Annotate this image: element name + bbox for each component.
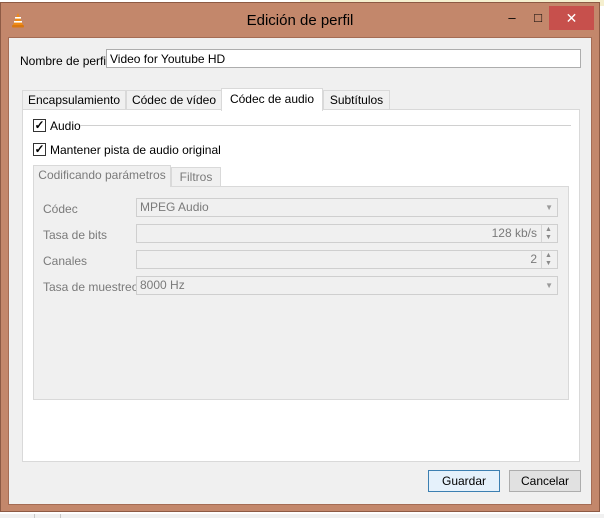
keep-original-track-label: Mantener pista de audio original: [50, 143, 221, 157]
channels-spinbox[interactable]: 2 ▲ ▼: [136, 250, 558, 269]
tab-video-codec[interactable]: Códec de vídeo: [126, 90, 222, 110]
stepper-down-icon[interactable]: ▼: [545, 260, 552, 268]
codec-value: MPEG Audio: [140, 200, 209, 214]
chevron-down-icon: ▼: [545, 281, 553, 290]
background-divider: [60, 514, 61, 518]
stepper-up-icon[interactable]: ▲: [545, 252, 552, 260]
samplerate-select[interactable]: 8000 Hz ▼: [136, 276, 558, 295]
bitrate-spinbox[interactable]: 128 kb/s ▲ ▼: [136, 224, 558, 243]
background-divider: [34, 514, 35, 518]
bitrate-label: Tasa de bits: [43, 228, 108, 242]
title-bar[interactable]: Edición de perfil – □ ✕: [1, 3, 599, 37]
profile-edit-dialog: Edición de perfil – □ ✕ Nombre de perfil…: [0, 2, 600, 512]
profile-name-input[interactable]: [106, 49, 581, 68]
group-separator: [80, 125, 571, 126]
audio-codec-panel: ✓ Audio ✓ Mantener pista de audio origin…: [22, 109, 580, 462]
bitrate-stepper[interactable]: ▲ ▼: [541, 225, 557, 242]
dialog-client-area: Nombre de perfil Encapsulamiento Códec d…: [8, 37, 592, 505]
tab-audio-codec[interactable]: Códec de audio: [221, 88, 323, 111]
codec-select[interactable]: MPEG Audio ▼: [136, 198, 558, 217]
stepper-up-icon[interactable]: ▲: [545, 226, 552, 234]
stepper-down-icon[interactable]: ▼: [545, 234, 552, 242]
tab-encoding-parameters[interactable]: Codificando parámetros: [33, 165, 171, 187]
tab-filters[interactable]: Filtros: [171, 167, 221, 187]
background-window-edge-bottom: [0, 514, 604, 518]
bitrate-value: 128 kb/s: [491, 226, 537, 240]
channels-value: 2: [530, 252, 537, 266]
save-button[interactable]: Guardar: [428, 470, 500, 492]
close-button[interactable]: ✕: [549, 6, 594, 30]
channels-stepper[interactable]: ▲ ▼: [541, 251, 557, 268]
cancel-button[interactable]: Cancelar: [509, 470, 581, 492]
tab-subtitles[interactable]: Subtítulos: [323, 90, 390, 110]
audio-checkbox[interactable]: ✓: [33, 119, 46, 132]
tab-encapsulation[interactable]: Encapsulamiento: [22, 90, 126, 110]
minimize-button[interactable]: –: [499, 9, 525, 29]
samplerate-value: 8000 Hz: [140, 278, 185, 292]
encoding-parameters-panel: Códec MPEG Audio ▼ Tasa de bits 128 kb/s…: [33, 186, 569, 400]
channels-label: Canales: [43, 254, 88, 268]
maximize-button[interactable]: □: [525, 9, 551, 29]
profile-name-label: Nombre de perfil: [20, 54, 109, 68]
audio-checkbox-label: Audio: [50, 119, 81, 133]
codec-label: Códec: [43, 202, 78, 216]
samplerate-label: Tasa de muestreo: [43, 280, 139, 294]
chevron-down-icon: ▼: [545, 203, 553, 212]
keep-original-track-checkbox[interactable]: ✓: [33, 143, 46, 156]
